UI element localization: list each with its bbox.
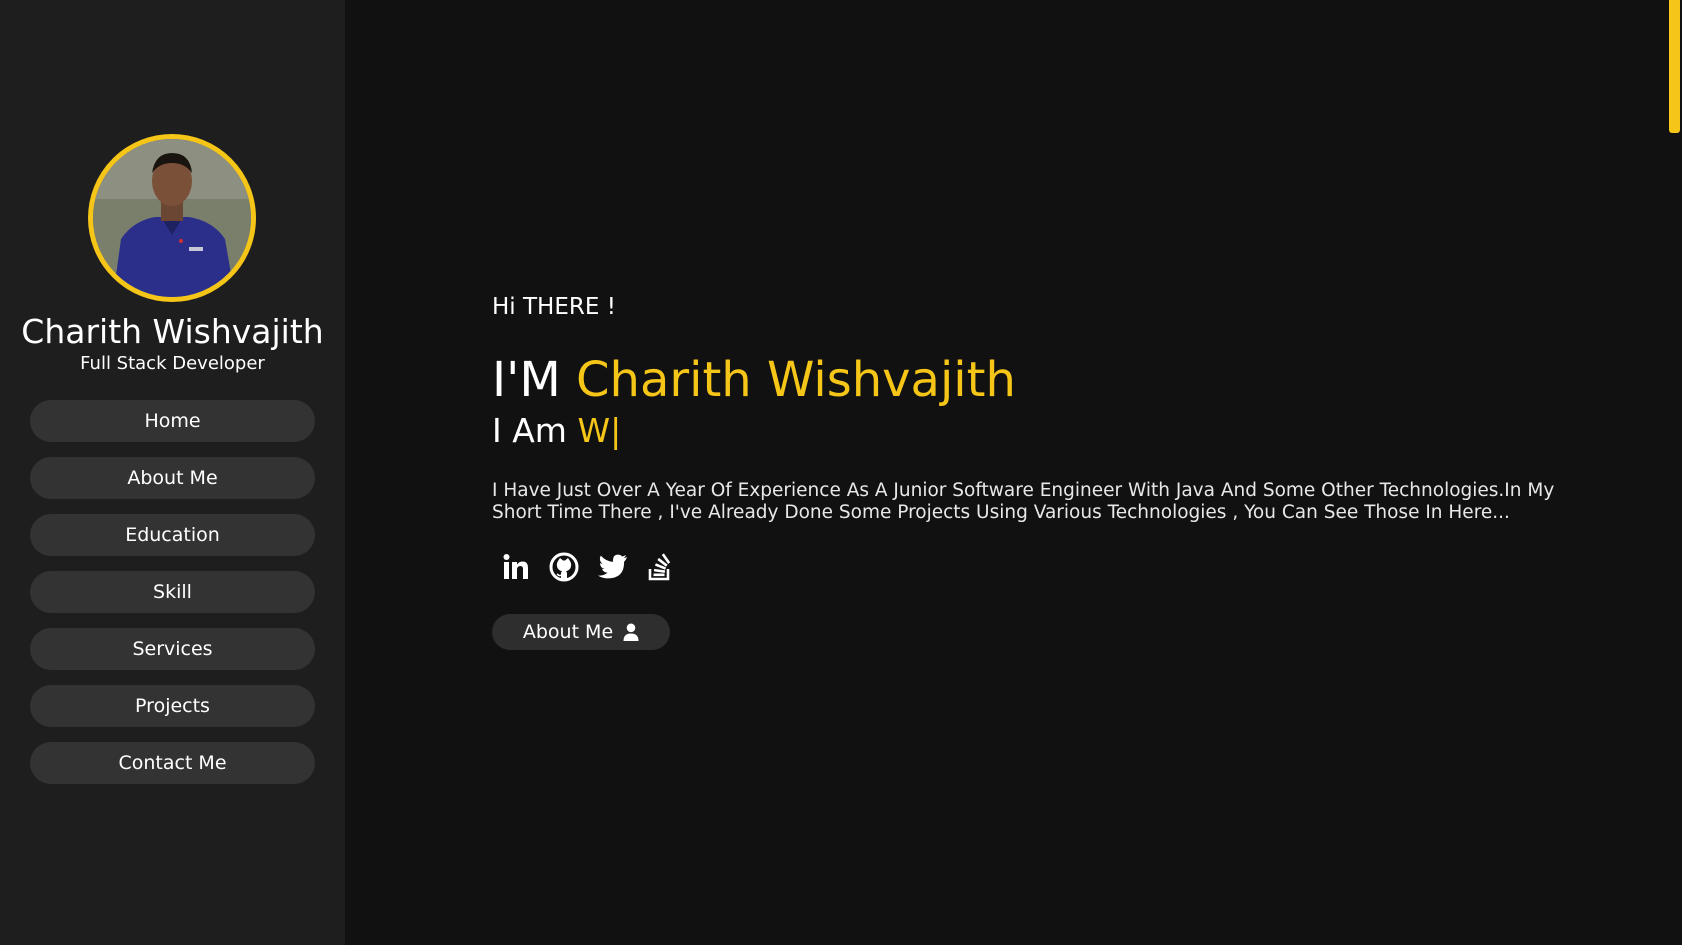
nav-item-home[interactable]: Home [30, 400, 315, 442]
nav-item-education[interactable]: Education [30, 514, 315, 556]
page-scrollbar[interactable] [1667, 0, 1682, 945]
stackoverflow-icon[interactable] [644, 550, 676, 584]
nav-item-projects[interactable]: Projects [30, 685, 315, 727]
social-links [500, 550, 676, 584]
about-me-button[interactable]: About Me [492, 614, 670, 650]
nav-item-services[interactable]: Services [30, 628, 315, 670]
hero-section: Hi THERE ! I'M Charith Wishvajith I Am W… [345, 0, 1667, 945]
hero-headline: I'M Charith Wishvajith [492, 352, 1016, 408]
nav-item-skill[interactable]: Skill [30, 571, 315, 613]
headline-name: Charith Wishvajith [576, 352, 1016, 408]
nav-item-contact-me[interactable]: Contact Me [30, 742, 315, 784]
profile-role: Full Stack Developer [80, 353, 265, 374]
typed-role: I Am W| [492, 411, 621, 451]
twitter-icon[interactable] [596, 550, 628, 584]
profile-name: Charith Wishvajith [21, 312, 324, 351]
typed-prefix: I Am [492, 411, 578, 450]
sidebar: Charith Wishvajith Full Stack Developer … [0, 0, 345, 945]
github-icon[interactable] [548, 550, 580, 584]
hero-bio: I Have Just Over A Year Of Experience As… [492, 480, 1555, 523]
avatar [88, 134, 256, 302]
typed-text: W| [577, 411, 622, 450]
nav-item-about-me[interactable]: About Me [30, 457, 315, 499]
about-me-button-label: About Me [522, 621, 614, 643]
page: Charith Wishvajith Full Stack Developer … [0, 0, 1682, 945]
user-icon [623, 623, 639, 641]
sidebar-nav: Home About Me Education Skill Services P… [30, 400, 315, 799]
linkedin-icon[interactable] [500, 550, 532, 584]
headline-prefix: I'M [492, 352, 577, 408]
scrollbar-thumb[interactable] [1669, 0, 1680, 133]
hero-greeting: Hi THERE ! [492, 294, 616, 320]
profile-photo [93, 139, 251, 297]
